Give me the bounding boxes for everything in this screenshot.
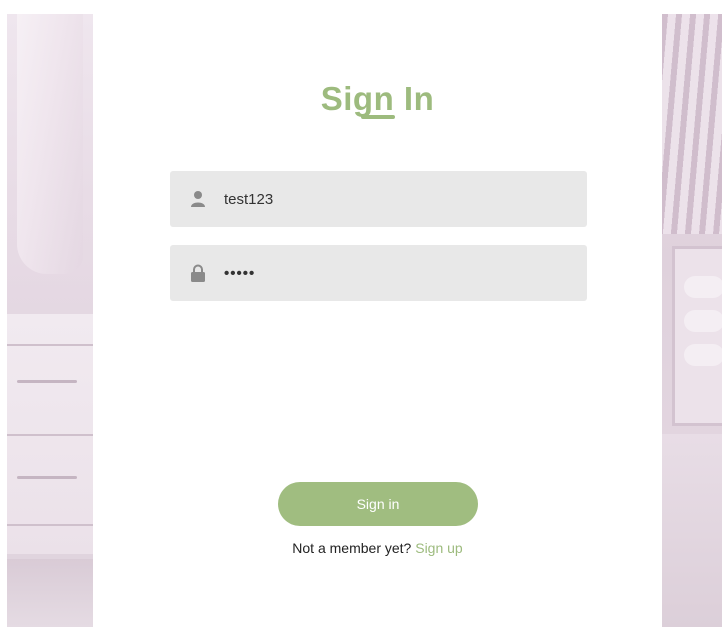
title-underline	[361, 115, 395, 119]
user-icon	[191, 191, 205, 207]
background-lower-cabinet	[662, 434, 722, 627]
background-drawer-handle	[17, 476, 77, 479]
background-striped-garment	[662, 14, 722, 234]
background-image-right	[662, 14, 722, 627]
background-drawer-line	[7, 434, 93, 436]
background-folded-item	[684, 310, 722, 332]
password-field-container	[170, 245, 587, 301]
background-garment	[17, 14, 83, 274]
password-input[interactable]	[224, 245, 574, 301]
lock-icon	[191, 264, 205, 282]
page-title: Sign In	[320, 80, 435, 117]
signup-prompt-text: Not a member yet?	[292, 540, 412, 556]
background-drawer-line	[7, 524, 93, 526]
username-input[interactable]	[224, 171, 574, 227]
signup-prompt-row: Not a member yet? Sign up	[93, 540, 662, 556]
background-drawer-handle	[17, 380, 77, 383]
background-image-left	[7, 14, 93, 627]
background-drawer-line	[7, 344, 93, 346]
signin-button[interactable]: Sign in	[278, 482, 478, 526]
signin-card: Sign In Sign in Not a member yet? Sign u…	[93, 14, 662, 627]
background-folded-item	[684, 276, 722, 298]
signup-link[interactable]: Sign up	[415, 540, 462, 556]
background-floor	[7, 559, 93, 627]
background-folded-item	[684, 344, 722, 366]
background-shelf	[672, 246, 722, 426]
username-field-container	[170, 171, 587, 227]
